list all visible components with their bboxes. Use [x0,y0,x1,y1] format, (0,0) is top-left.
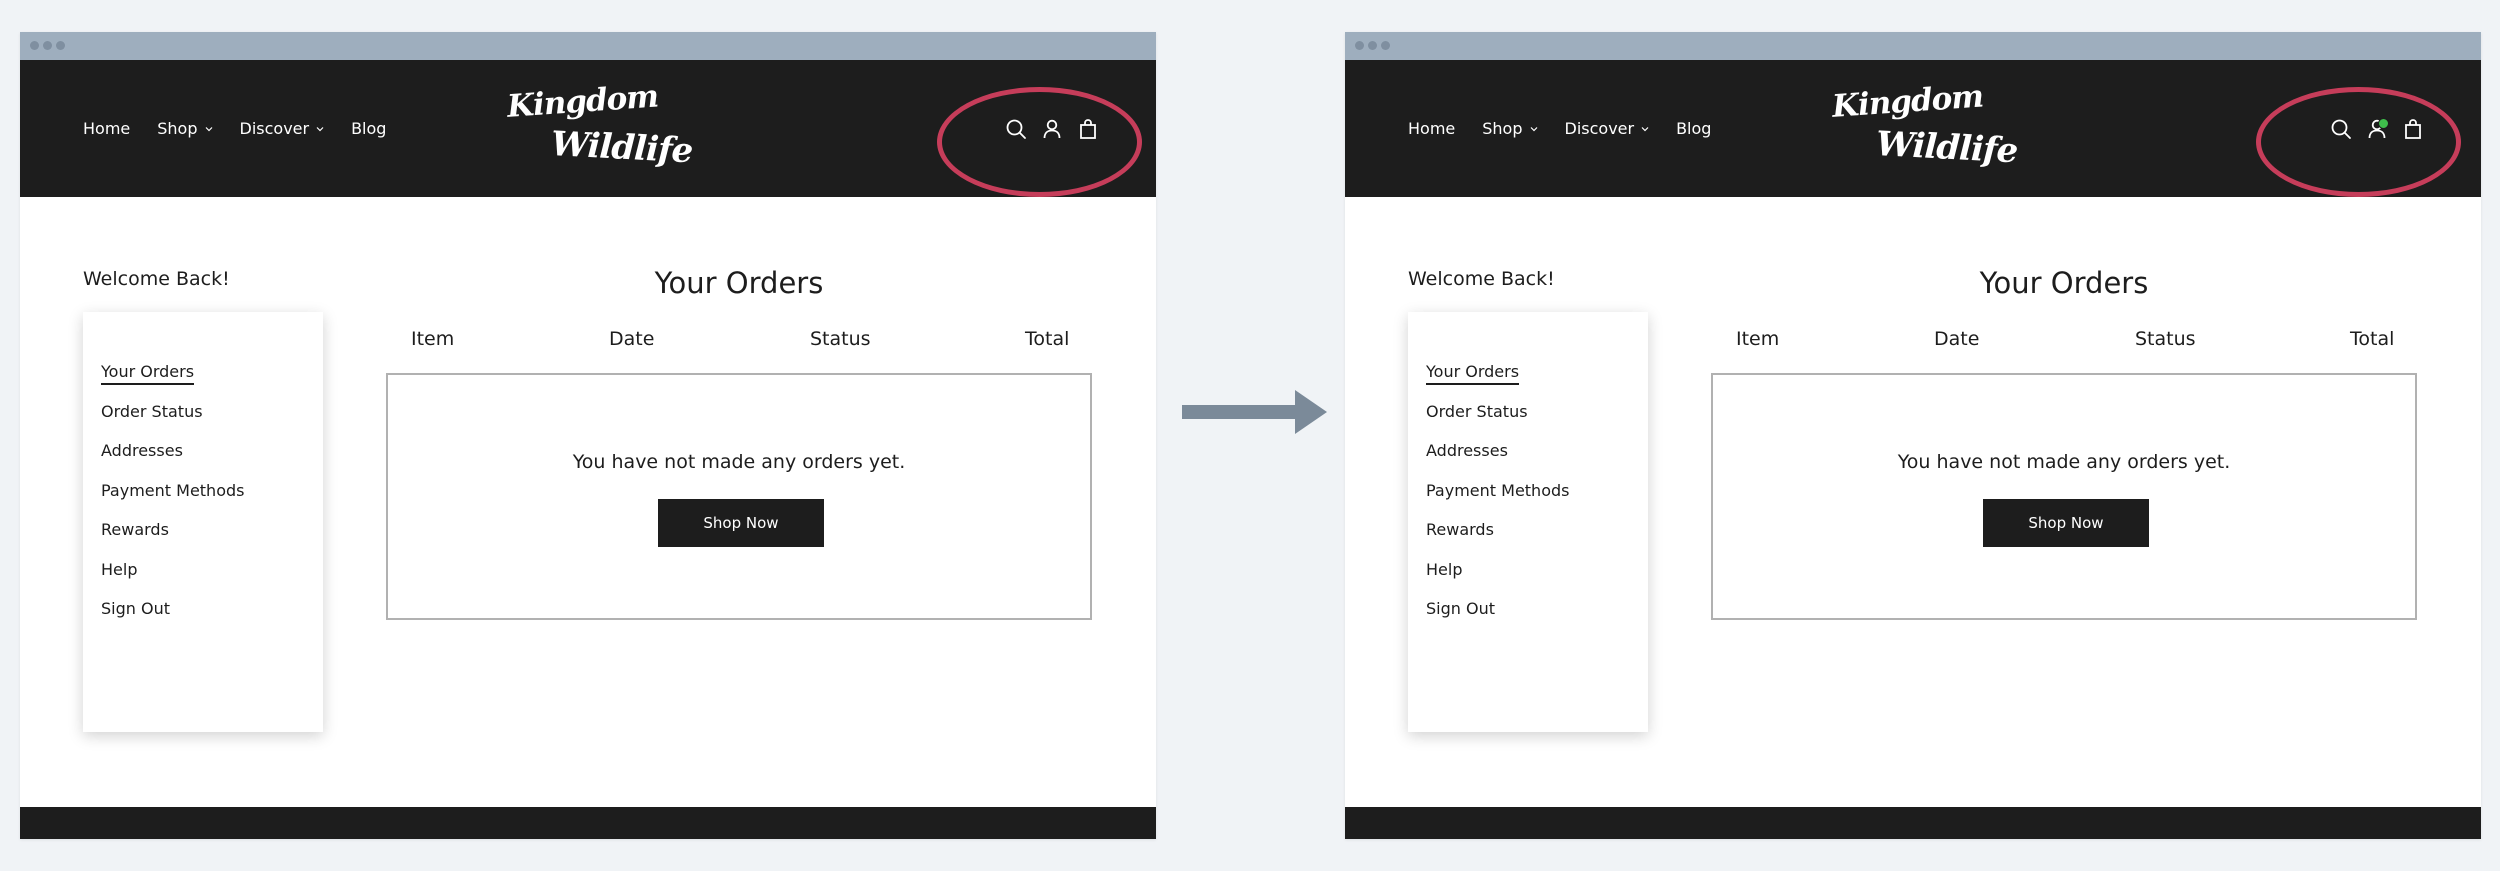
menu-item-label: Payment Methods [101,480,245,500]
account-menu: Your Orders Order Status Addresses Payme… [101,362,244,639]
column-header-item: Item [1736,328,1780,350]
menu-item-sign-out[interactable]: Sign Out [1426,599,1569,639]
window-dot [56,41,65,50]
orders-empty-state: You have not made any orders yet. Shop N… [1711,373,2417,620]
menu-item-help[interactable]: Help [101,560,244,600]
welcome-message: Welcome Back! [1408,268,1555,290]
site-footer [1345,807,2481,839]
logo-text-line1: Kingdom [1830,78,1985,125]
browser-window-after: Home Shop Discover Blog Kingdom Wildlife [1345,32,2481,839]
menu-item-label: Help [1426,559,1463,579]
window-dot [1381,41,1390,50]
window-dot [30,41,39,50]
account-menu: Your Orders Order Status Addresses Payme… [1426,362,1569,639]
menu-item-label: Your Orders [101,362,195,385]
column-header-item: Item [411,328,455,350]
column-header-total: Total [2350,328,2395,350]
column-header-status: Status [2135,328,2196,350]
welcome-message: Welcome Back! [83,268,230,290]
window-titlebar [20,32,1156,60]
menu-item-order-status[interactable]: Order Status [1426,402,1569,442]
menu-item-label: Sign Out [101,599,170,618]
nav-shop-label: Shop [1482,119,1523,138]
chevron-down-icon [1641,126,1649,131]
column-header-status: Status [810,328,871,350]
menu-item-label: Order Status [101,401,203,421]
nav-discover[interactable]: Discover [1565,119,1650,138]
highlight-ring [2256,87,2461,197]
nav-shop-label: Shop [157,119,198,138]
menu-item-rewards[interactable]: Rewards [1426,520,1569,560]
site-logo[interactable]: Kingdom Wildlife [504,78,693,171]
menu-item-label: Addresses [101,441,183,460]
nav-shop[interactable]: Shop [157,119,212,138]
window-dot [1355,41,1364,50]
nav-shop[interactable]: Shop [1482,119,1537,138]
menu-item-your-orders[interactable]: Your Orders [1426,362,1569,402]
menu-item-label: Payment Methods [1426,480,1570,500]
logo-text-line2: Wildlife [550,124,694,172]
chevron-down-icon [1530,126,1537,131]
transition-arrow-icon [1182,390,1327,434]
menu-item-order-status[interactable]: Order Status [101,402,244,442]
nav-blog-label: Blog [1676,119,1712,138]
orders-title: Your Orders [1979,266,2149,300]
nav-home-label: Home [83,119,131,138]
logo-text-line2: Wildlife [1875,124,2019,172]
menu-item-addresses[interactable]: Addresses [101,441,244,481]
highlight-ring [937,87,1142,197]
chevron-down-icon [205,126,212,131]
logo-text-line1: Kingdom [505,78,660,125]
menu-item-sign-out[interactable]: Sign Out [101,599,244,639]
nav-blog[interactable]: Blog [351,119,386,138]
menu-item-payment-methods[interactable]: Payment Methods [1426,481,1569,521]
menu-item-payment-methods[interactable]: Payment Methods [101,481,244,521]
menu-item-label: Your Orders [1426,362,1520,385]
site-logo[interactable]: Kingdom Wildlife [1829,78,2018,171]
menu-item-your-orders[interactable]: Your Orders [101,362,244,402]
window-dot [43,41,52,50]
window-dot [1368,41,1377,50]
orders-title: Your Orders [654,266,824,300]
shop-now-button[interactable]: Shop Now [1983,499,2149,547]
column-header-date: Date [609,328,655,350]
shop-now-button[interactable]: Shop Now [658,499,824,547]
site-footer [20,807,1156,839]
account-sidebar: Your Orders Order Status Addresses Payme… [1408,312,1648,732]
empty-orders-message: You have not made any orders yet. [1897,451,2231,473]
nav-discover-label: Discover [1564,119,1635,138]
menu-item-label: Addresses [1426,441,1508,460]
orders-empty-state: You have not made any orders yet. Shop N… [386,373,1092,620]
nav-blog[interactable]: Blog [1676,119,1711,138]
column-header-date: Date [1934,328,1980,350]
menu-item-label: Rewards [1426,520,1494,539]
nav-discover[interactable]: Discover [240,119,325,138]
menu-item-rewards[interactable]: Rewards [101,520,244,560]
menu-item-addresses[interactable]: Addresses [1426,441,1569,481]
chevron-down-icon [316,126,324,131]
nav-home-label: Home [1408,119,1456,138]
browser-window-before: Home Shop Discover Blog Kingdom Wildlife [20,32,1156,839]
column-header-total: Total [1025,328,1070,350]
menu-item-label: Sign Out [1426,599,1495,618]
main-nav: Home Shop Discover Blog [83,60,386,197]
account-sidebar: Your Orders Order Status Addresses Payme… [83,312,323,732]
nav-home[interactable]: Home [1408,119,1455,138]
nav-discover-label: Discover [239,119,310,138]
main-nav: Home Shop Discover Blog [1408,60,1711,197]
empty-orders-message: You have not made any orders yet. [572,451,906,473]
nav-blog-label: Blog [351,119,387,138]
menu-item-label: Rewards [101,520,169,539]
menu-item-label: Order Status [1426,401,1528,421]
menu-item-label: Help [101,559,138,579]
menu-item-help[interactable]: Help [1426,560,1569,600]
window-titlebar [1345,32,2481,60]
nav-home[interactable]: Home [83,119,130,138]
